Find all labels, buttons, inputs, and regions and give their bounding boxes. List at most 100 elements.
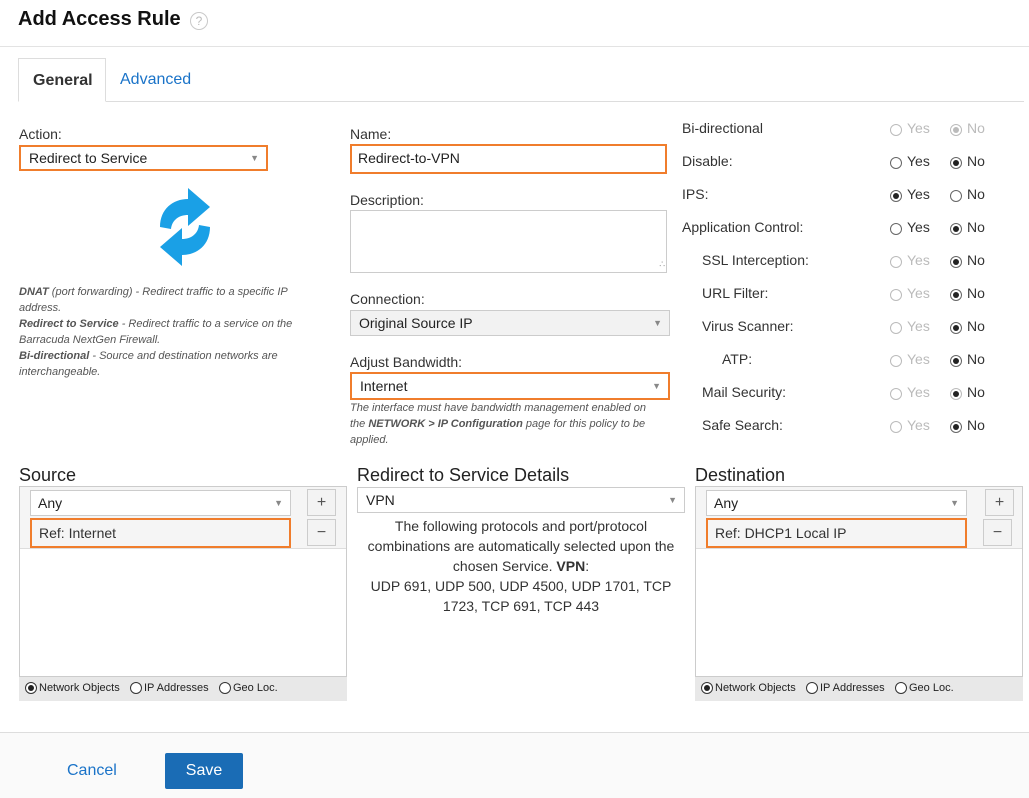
option-label: Application Control: [682,219,804,235]
destination-select[interactable]: Any ▼ [706,490,967,516]
source-title: Source [19,465,77,485]
radio-unselected-icon [890,388,902,400]
option-row: SSL Interception: Yes No [682,252,1002,272]
action-help-text: DNAT (port forwarding) - Redirect traffi… [19,284,319,380]
option-radio-label: Yes [907,417,930,433]
option-radio-label: No [967,252,985,268]
option-radio-label: No [967,417,985,433]
chevron-down-icon: ▼ [652,381,661,391]
cancel-button[interactable]: Cancel [67,762,117,780]
bandwidth-select-value: Internet [360,378,408,394]
radio-unselected-icon [130,682,142,694]
source-remove-button[interactable]: − [307,519,336,546]
page-title: Add Access Rule [18,8,181,30]
option-label: URL Filter: [702,285,769,301]
source-type-radios: Network Objects IP Addresses Geo Loc. [19,677,347,701]
option-row: IPS: Yes No [682,186,1002,206]
option-row: URL Filter: Yes No [682,285,1002,305]
radio-selected-icon [950,322,962,334]
radio-selected-icon [890,190,902,202]
name-input-value: Redirect-to-VPN [358,150,460,166]
destination-title: Destination [695,465,786,485]
connection-label: Connection: [350,291,425,307]
destination-list-head: Any ▼ Ref: DHCP1 Local IP + − [696,487,1022,549]
service-select[interactable]: VPN ▼ [357,487,685,513]
option-label: IPS: [682,186,709,202]
source-list-head: Any ▼ Ref: Internet + − [20,487,346,549]
help-redirect-term: Redirect to Service [19,318,119,330]
redirect-arrows-icon [160,188,210,266]
name-input[interactable]: Redirect-to-VPN [350,144,667,174]
option-row: Virus Scanner: Yes No [682,318,1002,338]
title-bar: Add Access Rule ? [0,0,1029,47]
option-radio-label: Yes [907,252,930,268]
radio-unselected-icon [890,223,902,235]
destination-remove-button[interactable]: − [983,519,1012,546]
tab-general[interactable]: General [18,58,106,102]
tab-advanced[interactable]: Advanced [106,58,205,102]
bandwidth-label: Adjust Bandwidth: [350,354,463,370]
option-radio-label: No [967,384,985,400]
option-radio-label: No [967,186,985,202]
source-add-button[interactable]: + [307,489,336,516]
connection-select-value: Original Source IP [359,315,473,331]
chevron-down-icon: ▼ [250,153,259,163]
radio-selected-icon [701,682,713,694]
option-row: Safe Search: Yes No [682,417,1002,437]
radio-unselected-icon [890,355,902,367]
radio-unselected-icon [890,256,902,268]
source-radio-label: Network Objects [39,682,120,694]
service-title: Redirect to Service Details [357,465,570,485]
radio-unselected-icon [890,157,902,169]
radio-selected-icon [950,388,962,400]
option-radio-label: No [967,120,985,136]
radio-selected-icon [950,124,962,136]
radio-selected-icon [950,223,962,235]
service-desc-ports: UDP 691, UDP 500, UDP 4500, UDP 1701, TC… [370,578,672,614]
destination-ref-item[interactable]: Ref: DHCP1 Local IP [706,518,967,548]
service-desc-colon: : [585,558,590,574]
option-radio-label: Yes [907,285,930,301]
option-radio-label: No [967,351,985,367]
option-radio-label: No [967,318,985,334]
option-label: SSL Interception: [702,252,809,268]
bandwidth-note: The interface must have bandwidth manage… [350,400,650,448]
source-ref-item[interactable]: Ref: Internet [30,518,291,548]
destination-add-button[interactable]: + [985,489,1014,516]
destination-radio-label: Geo Loc. [909,682,954,694]
option-label: Disable: [682,153,733,169]
resize-grip-icon[interactable]: ∴ [659,259,665,270]
radio-unselected-icon [890,124,902,136]
destination-type-radios: Network Objects IP Addresses Geo Loc. [695,677,1023,701]
source-select-value: Any [38,495,63,511]
option-radio-label: Yes [907,153,930,169]
source-radio-label: IP Addresses [144,682,209,694]
option-label: Virus Scanner: [702,318,794,334]
bandwidth-select[interactable]: Internet ▼ [350,372,670,400]
help-icon[interactable]: ? [190,12,208,30]
source-select[interactable]: Any ▼ [30,490,291,516]
option-label: Safe Search: [702,417,783,433]
destination-radio-label: Network Objects [715,682,796,694]
option-radio-label: Yes [907,120,930,136]
help-bidir-term: Bi-directional [19,350,90,362]
destination-select-value: Any [714,495,739,511]
radio-unselected-icon [895,682,907,694]
option-row: Disable: Yes No [682,153,1002,173]
connection-select[interactable]: Original Source IP ▼ [350,310,670,336]
option-radio-label: No [967,285,985,301]
radio-unselected-icon [806,682,818,694]
help-dnat-term: DNAT [19,286,49,298]
chevron-down-icon: ▼ [653,318,662,328]
option-row: ATP: Yes No [682,351,1002,371]
destination-radio-label: IP Addresses [820,682,885,694]
option-radio-label: Yes [907,384,930,400]
save-button[interactable]: Save [165,753,243,789]
action-select[interactable]: Redirect to Service ▼ [19,145,268,171]
description-label: Description: [350,192,424,208]
description-textarea[interactable]: ∴ [350,210,667,273]
radio-selected-icon [950,421,962,433]
action-label: Action: [19,126,62,142]
chevron-down-icon: ▼ [274,498,283,508]
option-radio-label: Yes [907,219,930,235]
